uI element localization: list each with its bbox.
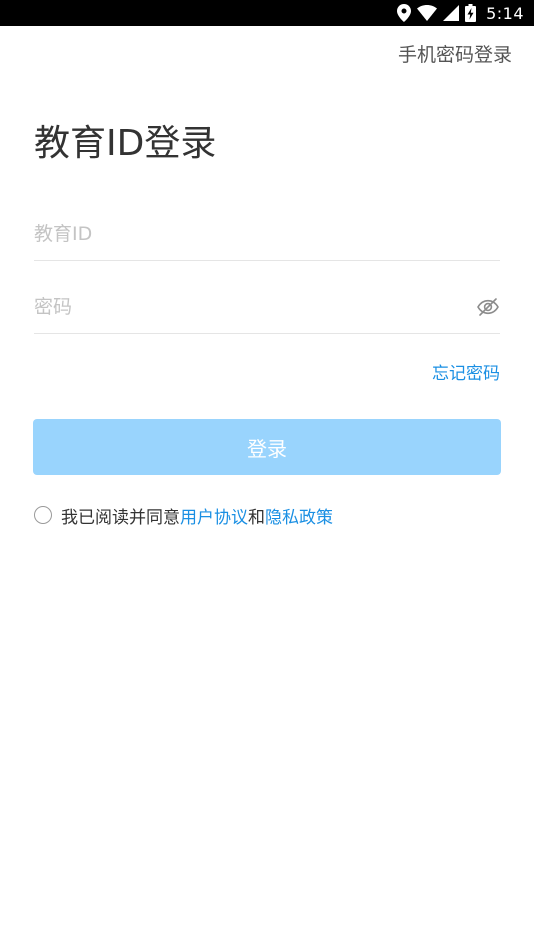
user-agreement-link[interactable]: 用户协议 bbox=[180, 503, 248, 528]
password-input[interactable] bbox=[34, 283, 454, 331]
eye-off-icon[interactable] bbox=[476, 295, 500, 319]
agreement-conjunction: 和 bbox=[248, 507, 265, 528]
status-time: 5:14 bbox=[486, 3, 524, 23]
edu-id-field bbox=[34, 210, 500, 261]
status-bar: 5:14 bbox=[0, 0, 534, 26]
cell-signal-icon bbox=[443, 5, 460, 21]
agreement-prefix: 我已阅读并同意 bbox=[61, 507, 180, 528]
privacy-policy-link[interactable]: 隐私政策 bbox=[265, 503, 333, 528]
location-icon bbox=[397, 4, 412, 22]
login-button[interactable]: 登录 bbox=[33, 419, 501, 475]
status-icons: 5:14 bbox=[397, 0, 524, 26]
password-field bbox=[34, 283, 500, 334]
phone-password-login-link[interactable]: 手机密码登录 bbox=[398, 42, 512, 68]
agree-checkbox[interactable] bbox=[34, 506, 52, 524]
battery-charging-icon bbox=[465, 4, 477, 22]
page-title: 教育ID登录 bbox=[34, 123, 217, 164]
agreement-row: 我已阅读并同意 用户协议 和 隐私政策 bbox=[34, 502, 333, 528]
wifi-icon bbox=[417, 5, 438, 21]
forgot-password-link[interactable]: 忘记密码 bbox=[432, 362, 500, 386]
edu-id-input[interactable] bbox=[34, 210, 454, 258]
login-screen: 5:14 手机密码登录 教育ID登录 忘记密码 登录 我已阅读并同意 用户协议 … bbox=[0, 0, 534, 950]
